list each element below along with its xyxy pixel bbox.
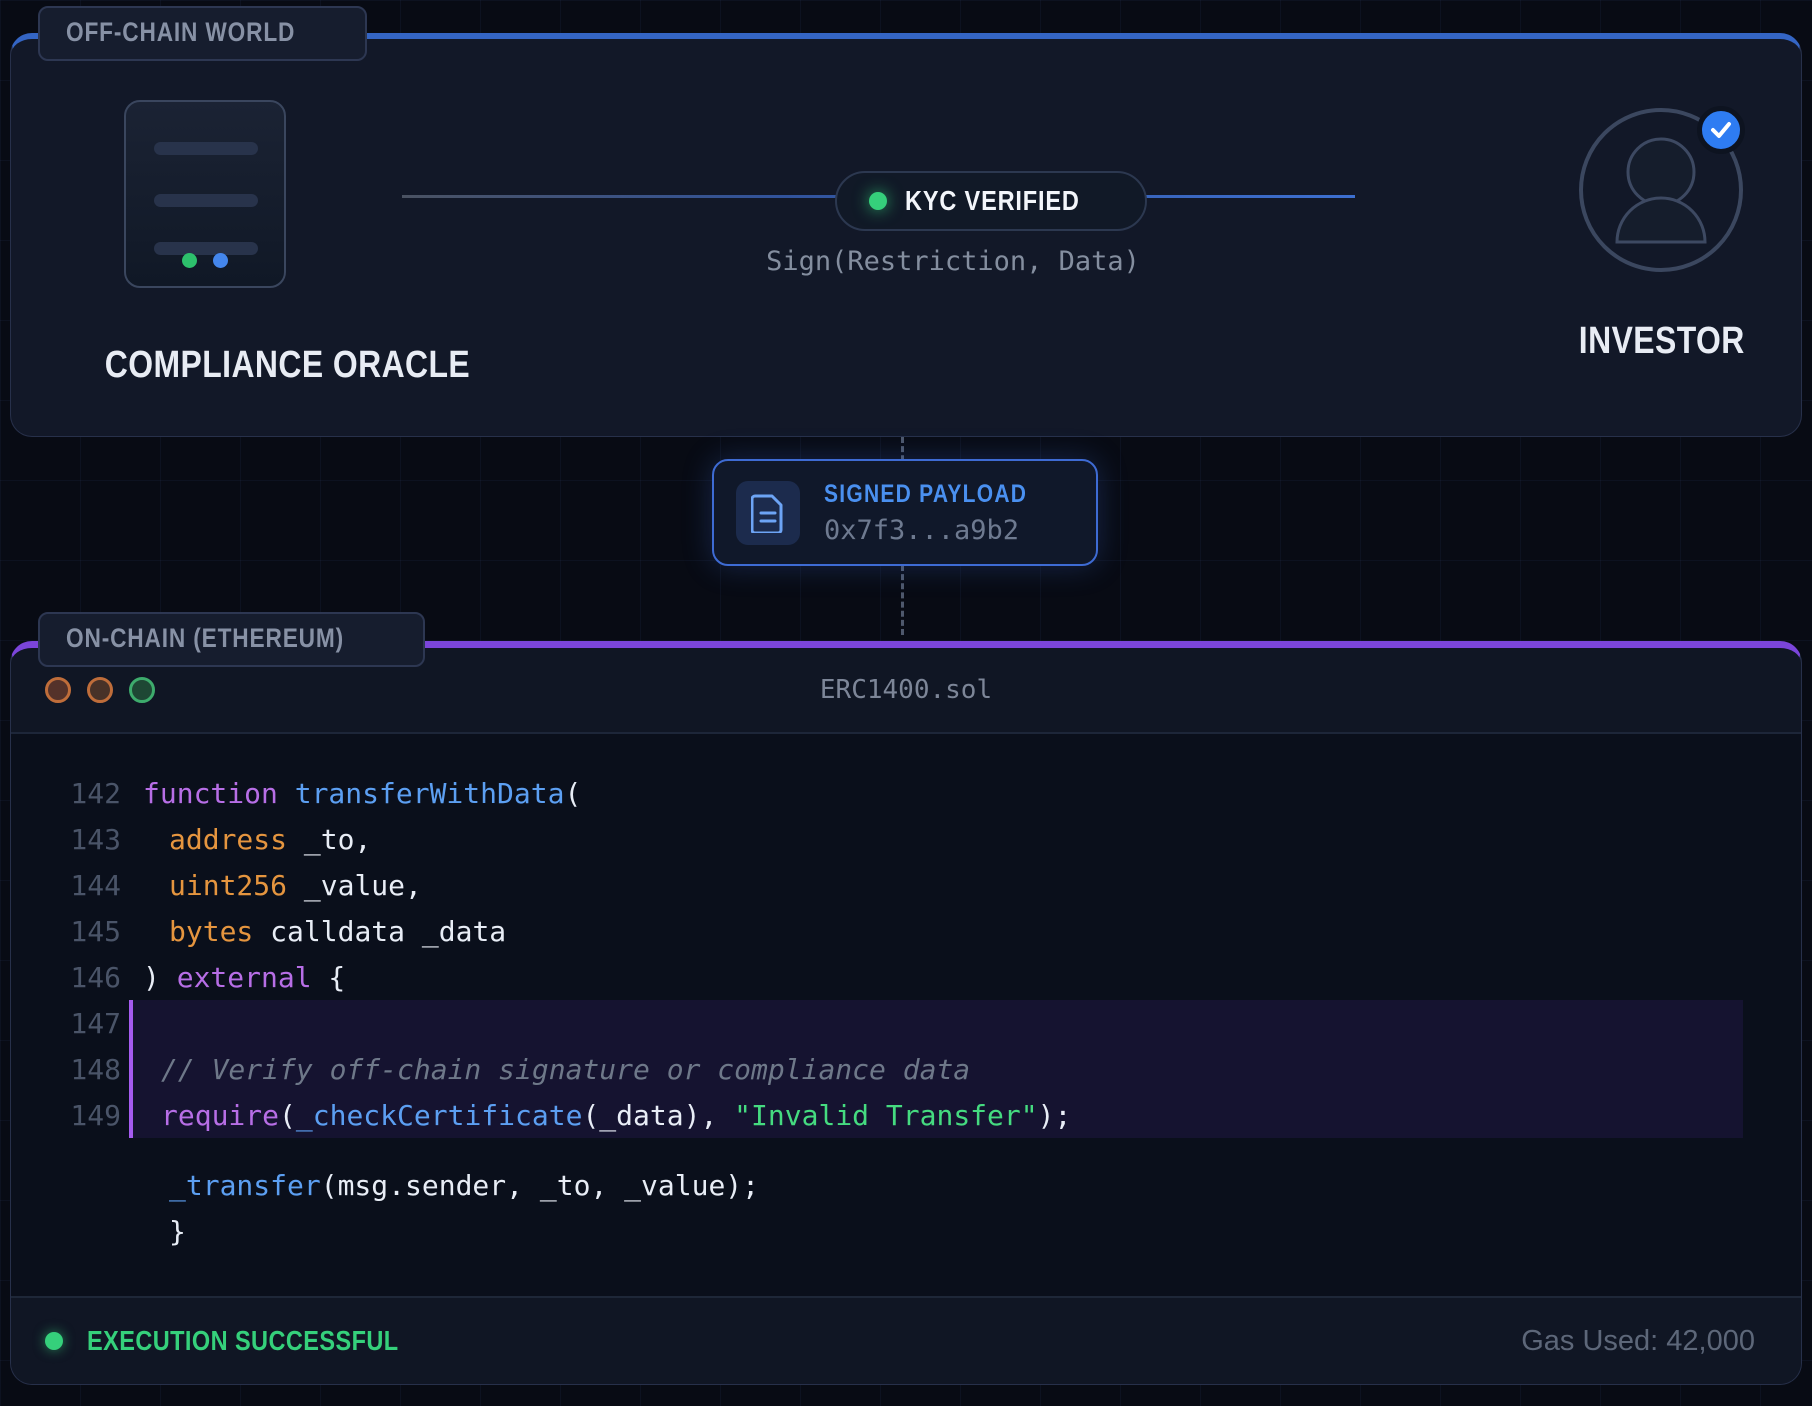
code-line: } (11, 1208, 1801, 1254)
payload-title: SIGNED PAYLOAD (824, 480, 1066, 509)
code-line: 142function transferWithData( (11, 770, 1801, 816)
window-dot-yellow[interactable] (87, 677, 113, 703)
window-dot-red[interactable] (45, 677, 71, 703)
code-lines: 142function transferWithData(143address … (11, 770, 1801, 1254)
line-number: 146 (11, 961, 129, 994)
offchain-zone-badge: OFF-CHAIN WORLD (38, 6, 367, 61)
kyc-label: KYC VERIFIED (905, 185, 1113, 217)
diagram-stage: OFF-CHAIN WORLD COMPLIANCE ORACLE KYC VE… (0, 0, 1812, 1406)
window-title: ERC1400.sol (820, 675, 992, 705)
code-line: _transfer(msg.sender, _to, _value); (11, 1162, 1801, 1208)
kyc-verified-badge: KYC VERIFIED (835, 171, 1147, 231)
line-number: 149 (11, 1099, 129, 1132)
document-icon (736, 481, 800, 545)
line-number: 143 (11, 823, 129, 856)
investor-label: INVESTOR (1563, 320, 1758, 363)
onchain-zone-label: ON-CHAIN (ETHEREUM) (66, 623, 344, 654)
code-line: 148// Verify off-chain signature or comp… (11, 1046, 1801, 1092)
code-line: 143address _to, (11, 816, 1801, 862)
code-line: 144uint256 _value, (11, 862, 1801, 908)
code-line: 145bytes calldata _data (11, 908, 1801, 954)
window-dot-green[interactable] (129, 677, 155, 703)
oracle-label: COMPLIANCE ORACLE (70, 344, 340, 387)
signed-payload-card: SIGNED PAYLOAD 0x7f3...a9b2 (712, 459, 1098, 566)
line-number: 148 (11, 1053, 129, 1086)
success-status-dot (45, 1332, 63, 1350)
kyc-status-dot (869, 192, 887, 210)
sign-annotation: Sign(Restriction, Data) (653, 246, 1253, 277)
line-number: 147 (11, 1007, 129, 1040)
execution-status: EXECUTION SUCCESSFUL (87, 1325, 458, 1357)
offchain-zone-label: OFF-CHAIN WORLD (66, 17, 295, 48)
code-line: 149require(_checkCertificate(_data), "In… (11, 1092, 1801, 1138)
investor: INVESTOR (1563, 108, 1758, 363)
line-number: 144 (11, 869, 129, 902)
onchain-panel: ERC1400.sol 142function transferWithData… (10, 641, 1802, 1385)
code-line: 147 (11, 1000, 1801, 1046)
line-number: 145 (11, 915, 129, 948)
verified-check-icon (1697, 106, 1745, 154)
payload-hash: 0x7f3...a9b2 (824, 515, 1066, 546)
execution-footer: EXECUTION SUCCESSFUL Gas Used: 42,000 (11, 1296, 1801, 1384)
server-icon (124, 100, 286, 288)
code-editor: 142function transferWithData(143address … (11, 734, 1801, 1296)
server-status-green-dot (182, 253, 197, 268)
person-avatar-icon (1579, 108, 1743, 272)
gas-used: Gas Used: 42,000 (1521, 1325, 1755, 1358)
server-status-blue-dot (213, 253, 228, 268)
onchain-zone-badge: ON-CHAIN (ETHEREUM) (38, 612, 425, 667)
line-number: 142 (11, 777, 129, 810)
compliance-oracle: COMPLIANCE ORACLE (70, 100, 340, 387)
code-line: 146) external { (11, 954, 1801, 1000)
